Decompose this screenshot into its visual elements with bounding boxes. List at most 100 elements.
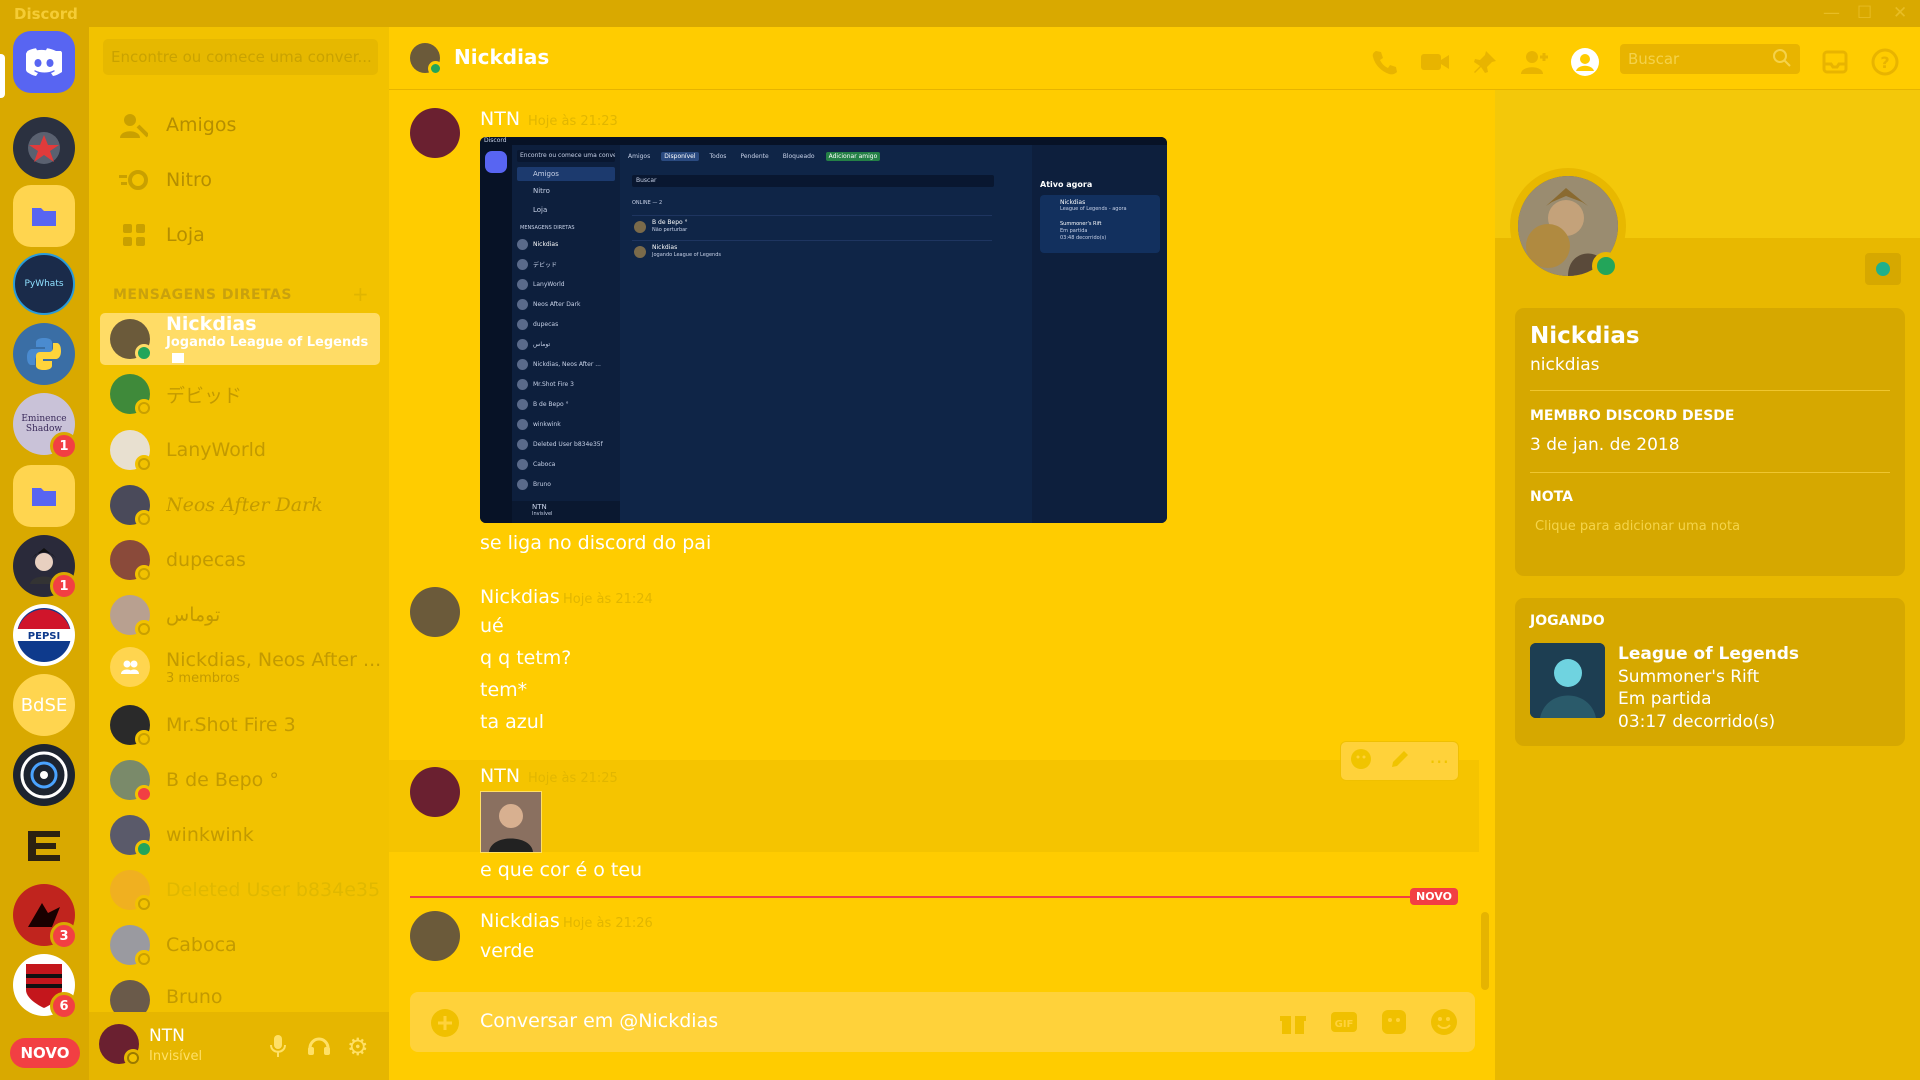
- playing-label: JOGANDO: [1530, 613, 1605, 629]
- dm-item[interactable]: توماس: [100, 589, 380, 641]
- embedded-tab: Amigos: [628, 152, 651, 160]
- attachment-image[interactable]: [480, 791, 542, 853]
- add-friend-to-dm-icon[interactable]: [1520, 47, 1550, 77]
- author-avatar[interactable]: [410, 767, 460, 817]
- embedded-titlebar: Discord: [480, 137, 1167, 145]
- video-call-icon[interactable]: [1420, 47, 1450, 77]
- author-avatar[interactable]: [410, 108, 460, 158]
- message-scrollbar[interactable]: [1481, 912, 1489, 990]
- settings-gear-icon[interactable]: ⚙: [347, 1033, 369, 1061]
- nav-friends[interactable]: Amigos: [100, 100, 380, 150]
- minimize-button[interactable]: —: [1823, 3, 1840, 23]
- composer-placeholder[interactable]: Conversar em @Nickdias: [480, 1010, 718, 1032]
- server-pepsi[interactable]: PEPSI: [13, 604, 75, 666]
- embedded-dm-header: MENSAGENS DIRETAS: [520, 225, 575, 231]
- edit-pencil-icon[interactable]: [1389, 748, 1411, 774]
- user-panel: NTN Invisível ⚙: [89, 1012, 389, 1080]
- more-options-icon[interactable]: ⋯: [1429, 749, 1449, 773]
- server-asyncpywhats[interactable]: PyWhats: [13, 253, 75, 315]
- dm-search-input[interactable]: Encontre ou comece uma conver...: [103, 39, 378, 75]
- member-since-label: MEMBRO DISCORD DESDE: [1530, 408, 1735, 424]
- new-unreads-pill[interactable]: NOVO: [10, 1038, 80, 1068]
- server-target[interactable]: [13, 744, 75, 806]
- embedded-dm-item: توماس: [517, 334, 617, 354]
- avatar[interactable]: [99, 1024, 142, 1067]
- embedded-dm-column: Encontre ou comece uma conve... Amigos N…: [512, 145, 620, 523]
- league-of-legends-art-icon: [1530, 643, 1605, 718]
- status-dnd: [135, 785, 153, 803]
- user-profile-toggle-icon[interactable]: [1570, 47, 1600, 77]
- embedded-dm-item: Mr.Shot Fire 3: [517, 374, 617, 394]
- author-avatar[interactable]: [410, 587, 460, 637]
- dm-item-group[interactable]: Nickdias, Neos After ... 3 membros: [100, 641, 381, 693]
- add-reaction-icon[interactable]: [1350, 748, 1372, 774]
- voice-call-icon[interactable]: [1369, 47, 1399, 77]
- message-author[interactable]: NTN: [480, 765, 520, 787]
- unread-badge: 1: [50, 572, 78, 600]
- embedded-dm-item: Caboca: [517, 454, 617, 474]
- gif-icon[interactable]: GIF: [1330, 1010, 1358, 1038]
- server-bdse[interactable]: BdSE: [13, 674, 75, 736]
- dm-item[interactable]: Caboca: [100, 919, 380, 971]
- avatar: [110, 760, 153, 803]
- note-input[interactable]: Clique para adicionar uma nota: [1535, 519, 1740, 534]
- embedded-avatar: [517, 438, 528, 450]
- embedded-avatar: [517, 278, 528, 290]
- message-author[interactable]: Nickdias: [480, 586, 560, 608]
- pinned-messages-icon[interactable]: [1470, 47, 1500, 77]
- eminence-shadow-icon: Eminence Shadow: [21, 414, 67, 434]
- headphones-icon[interactable]: [307, 1034, 331, 1060]
- dm-item[interactable]: デビッド: [100, 368, 380, 420]
- avatar: [110, 925, 153, 968]
- server-python[interactable]: [13, 323, 75, 385]
- dm-item[interactable]: B de Bepo °: [100, 754, 380, 806]
- embedded-friend-list: B de Bepo ° Não perturbar Nickdias Jogando …: [632, 215, 992, 265]
- game-state: Em partida: [1618, 689, 1712, 709]
- server-folder-1[interactable]: [13, 185, 75, 247]
- dm-item[interactable]: Bruno: [100, 974, 380, 1012]
- dm-name: Mr.Shot Fire 3: [166, 714, 296, 736]
- embedded-active-now: Ativo agora Nickdias League of Legends -…: [1032, 145, 1167, 523]
- home-button[interactable]: [13, 31, 75, 93]
- message-author[interactable]: NTN: [480, 108, 520, 130]
- inbox-icon[interactable]: [1820, 47, 1850, 77]
- gift-icon[interactable]: [1280, 1010, 1306, 1040]
- friends-icon: [114, 105, 154, 145]
- embedded-friend-status: Não perturbar: [652, 227, 688, 233]
- server-folder-2[interactable]: [13, 465, 75, 527]
- attachment-screenshot[interactable]: Discord Encontre ou comece uma conve... …: [480, 137, 1167, 523]
- sticker-icon[interactable]: [1380, 1008, 1408, 1040]
- dm-item[interactable]: LanyWorld: [100, 424, 380, 476]
- create-dm-button[interactable]: +: [352, 282, 369, 306]
- dm-item[interactable]: Deleted User b834e35f: [100, 864, 380, 916]
- attach-plus-icon[interactable]: [430, 1008, 460, 1042]
- embedded-dm-name: B de Bepo °: [533, 400, 569, 408]
- selected-indicator: [0, 54, 5, 98]
- dm-item-nickdias[interactable]: Nickdias Jogando League of Legends: [100, 313, 380, 365]
- unread-badge: 3: [50, 922, 78, 950]
- emoji-icon[interactable]: [1430, 1008, 1458, 1040]
- server-star[interactable]: [13, 117, 75, 179]
- playing-card: JOGANDO League of Legends Summoner's Rif…: [1515, 598, 1905, 746]
- bdse-text-icon: BdSE: [20, 694, 68, 716]
- help-icon[interactable]: ?: [1870, 47, 1900, 77]
- dm-item[interactable]: dupecas: [100, 534, 380, 586]
- nav-shop[interactable]: Loja: [100, 210, 380, 260]
- dm-item[interactable]: Neos After Dark: [100, 479, 380, 531]
- embedded-friend-name: Nickdias: [652, 244, 678, 251]
- dm-item[interactable]: winkwink: [100, 809, 380, 861]
- embedded-active-title: Ativo agora: [1040, 180, 1093, 189]
- profile-badge-button[interactable]: [1865, 253, 1901, 285]
- author-avatar[interactable]: [410, 911, 460, 961]
- server-gold[interactable]: [13, 814, 75, 876]
- message-text: q q tetm?: [480, 647, 572, 669]
- folder-icon: [32, 488, 56, 506]
- nitro-icon: [114, 160, 154, 200]
- mic-icon[interactable]: [269, 1034, 287, 1062]
- maximize-button[interactable]: ☐: [1857, 3, 1872, 23]
- message-author[interactable]: Nickdias: [480, 910, 560, 932]
- embedded-dm-name: dupecas: [533, 320, 559, 328]
- nav-nitro[interactable]: Nitro: [100, 155, 380, 205]
- dm-item[interactable]: Mr.Shot Fire 3: [100, 699, 380, 751]
- close-button[interactable]: ✕: [1893, 3, 1907, 23]
